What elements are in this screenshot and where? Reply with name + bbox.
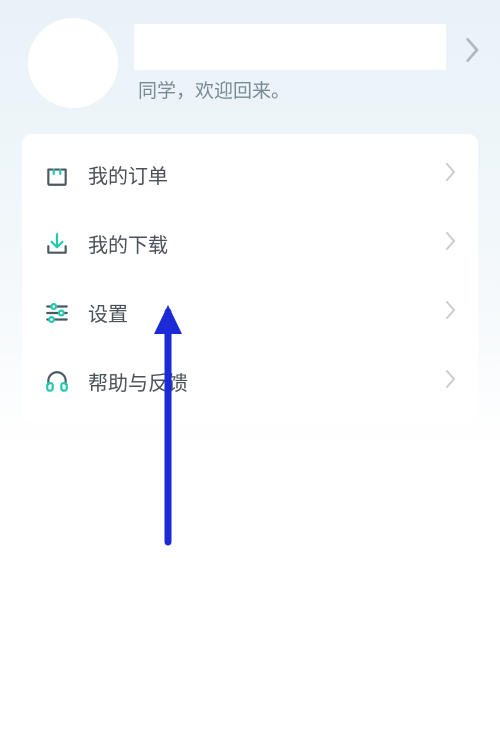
chevron-right-icon (446, 301, 456, 324)
download-icon (44, 231, 70, 257)
profile-info: 同学，欢迎回来。 (134, 24, 446, 103)
menu-item-label: 帮助与反馈 (88, 367, 428, 396)
chevron-right-icon (446, 370, 456, 393)
welcome-text: 同学，欢迎回来。 (134, 76, 446, 103)
menu-item-downloads[interactable]: 我的下载 (22, 209, 478, 278)
menu-item-orders[interactable]: 我的订单 (22, 140, 478, 209)
chevron-right-icon (446, 232, 456, 255)
menu-item-label: 我的下载 (88, 229, 428, 258)
bag-icon (44, 162, 70, 188)
profile-header[interactable]: 同学，欢迎回来。 (0, 0, 500, 124)
avatar[interactable] (28, 18, 118, 108)
headset-icon (44, 369, 70, 395)
settings-icon (44, 300, 70, 326)
profile-name-placeholder (134, 24, 446, 70)
menu-item-help[interactable]: 帮助与反馈 (22, 347, 478, 416)
menu-card: 我的订单 我的下载 设置 (22, 134, 478, 422)
menu-item-settings[interactable]: 设置 (22, 278, 478, 347)
chevron-right-icon (446, 163, 456, 186)
menu-item-label: 设置 (88, 298, 428, 327)
chevron-right-icon (466, 38, 480, 67)
menu-item-label: 我的订单 (88, 160, 428, 189)
